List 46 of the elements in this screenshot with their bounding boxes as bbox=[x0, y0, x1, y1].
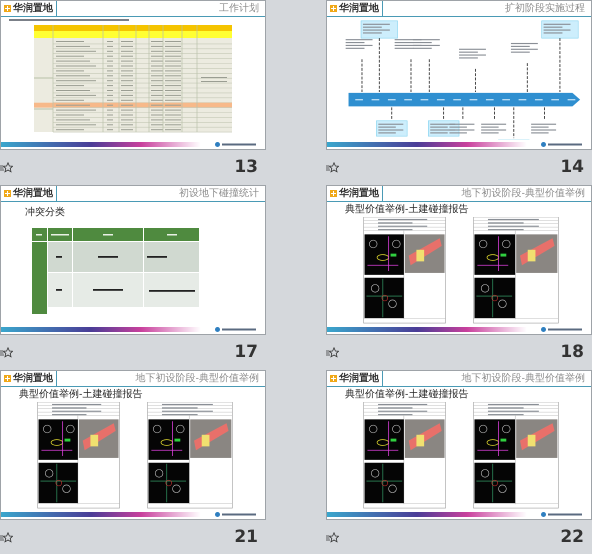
logo-text: 华润置地 bbox=[13, 188, 53, 198]
company-logo-icon bbox=[215, 327, 257, 332]
star-icon bbox=[0, 347, 13, 358]
company-logo-icon bbox=[541, 512, 583, 517]
star-icon bbox=[0, 532, 13, 543]
slide-header-title: 工作计划 bbox=[219, 4, 259, 14]
star-icon bbox=[326, 347, 339, 358]
star-icon bbox=[326, 162, 339, 173]
slide-thumbnail[interactable]: 华润置地 地下初设阶段-典型价值举例 典型价值举例-土建碰撞报告 bbox=[326, 185, 592, 335]
logo-text: 华润置地 bbox=[339, 4, 379, 14]
logo-icon bbox=[4, 190, 11, 197]
company-logo-icon bbox=[541, 142, 583, 147]
logo-icon bbox=[4, 5, 11, 12]
slide-number: 18 bbox=[560, 340, 584, 364]
logo-text: 华润置地 bbox=[13, 4, 53, 14]
logo-icon bbox=[4, 375, 11, 382]
company-logo-icon bbox=[215, 142, 257, 147]
slide-title: 典型价值举例-土建碰撞报告 bbox=[19, 390, 142, 400]
logo-icon bbox=[330, 5, 337, 12]
slide-header-title: 地下初设阶段-典型价值举例 bbox=[462, 374, 585, 384]
company-logo-icon bbox=[215, 512, 257, 517]
logo-icon bbox=[330, 375, 337, 382]
slide-header-title: 地下初设阶段-典型价值举例 bbox=[462, 188, 585, 198]
logo-icon bbox=[330, 190, 337, 197]
slide-thumbnail[interactable]: 华润置地 工作计划 bbox=[0, 0, 266, 150]
slide-thumbnail[interactable]: 华润置地 初设地下碰撞统计 冲突分类 bbox=[0, 185, 266, 335]
star-icon bbox=[326, 532, 339, 543]
slide-number: 13 bbox=[234, 156, 258, 179]
slide-number: 14 bbox=[560, 156, 584, 179]
slide-thumbnail[interactable]: 华润置地 地下初设阶段-典型价值举例 典型价值举例-土建碰撞报告 bbox=[0, 370, 266, 520]
slide-thumbnail[interactable]: 华润置地 扩初阶段实施过程 bbox=[326, 0, 592, 150]
slide-title: 典型价值举例-土建碰撞报告 bbox=[345, 390, 468, 400]
slide-number: 21 bbox=[234, 526, 258, 549]
slide-header-title: 扩初阶段实施过程 bbox=[505, 4, 585, 14]
logo-text: 华润置地 bbox=[13, 374, 53, 384]
logo-text: 华润置地 bbox=[339, 188, 379, 198]
slide-thumbnail[interactable]: 华润置地 地下初设阶段-典型价值举例 典型价值举例-土建碰撞报告 bbox=[326, 370, 592, 520]
star-icon bbox=[0, 162, 13, 173]
slide-header-title: 地下初设阶段-典型价值举例 bbox=[136, 374, 259, 384]
slide-number: 17 bbox=[234, 340, 258, 364]
logo-text: 华润置地 bbox=[339, 374, 379, 384]
slide-number: 22 bbox=[560, 526, 584, 549]
company-logo-icon bbox=[541, 327, 583, 332]
slide-title: 典型价值举例-土建碰撞报告 bbox=[345, 205, 468, 215]
slide-title: 冲突分类 bbox=[25, 208, 65, 218]
slide-header-title: 初设地下碰撞统计 bbox=[179, 188, 259, 198]
